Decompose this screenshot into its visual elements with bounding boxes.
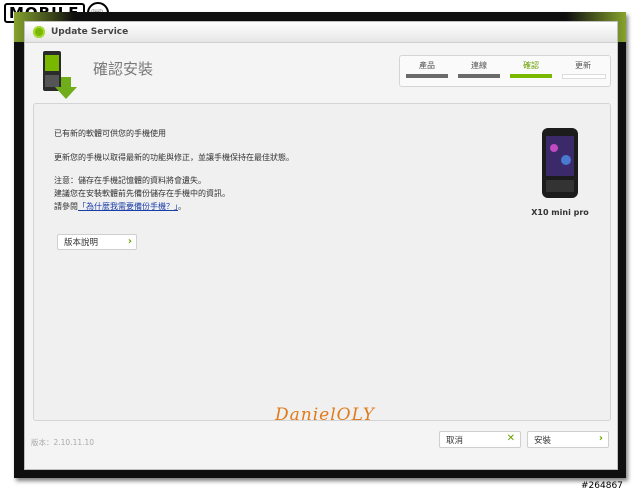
image-watermark: #264867: [581, 481, 623, 491]
backup-help-link[interactable]: 「為什麼我需要備份手機？」: [78, 202, 178, 211]
release-notes-label: 版本說明: [64, 238, 99, 248]
step-label: 連線: [471, 61, 487, 70]
step-connect: 連線: [456, 60, 502, 78]
step-bar: [406, 74, 448, 78]
note-suffix: 。: [178, 202, 186, 211]
page-title: 確認安裝: [93, 60, 154, 78]
step-label: 確認: [523, 61, 539, 70]
cancel-label: 取消: [446, 435, 464, 446]
step-label: 產品: [419, 61, 435, 70]
step-label: 更新: [575, 61, 591, 70]
step-update: 更新: [560, 60, 606, 79]
step-confirm: 確認: [508, 60, 554, 78]
note-line-2: 建議您在安裝軟體前先備份儲存在手機中的資訊。: [54, 189, 230, 198]
update-service-window: Update Service 確認安裝 產品 連線 確認 更新 已有新的軟體可供…: [24, 21, 618, 470]
page-header: 確認安裝 產品 連線 確認 更新: [25, 43, 617, 103]
version-label: 版本：2.10.11.10: [31, 438, 95, 447]
title-bar: Update Service: [25, 22, 617, 43]
content-heading: 已有新的軟體可供您的手機使用: [54, 129, 166, 138]
phone-download-icon: [43, 51, 77, 99]
step-bar: [458, 74, 500, 78]
close-icon: ✕: [506, 433, 515, 444]
chevron-right-icon: ›: [127, 236, 132, 247]
progress-steps: 產品 連線 確認 更新: [399, 55, 611, 87]
content-panel: 已有新的軟體可供您的手機使用 更新您的手機以取得最新的功能與修正，並讓手機保持在…: [33, 103, 611, 421]
window-title: Update Service: [51, 27, 129, 37]
step-product: 產品: [404, 60, 450, 78]
note-line-1: 注意：儲存在手機記憶體的資料將會遺失。: [54, 176, 206, 185]
signature-watermark: DanielOLY: [275, 405, 376, 425]
install-button[interactable]: 安裝 ›: [527, 431, 609, 448]
device-image: [542, 128, 578, 198]
install-label: 安裝: [534, 435, 552, 446]
chevron-right-icon: ›: [598, 433, 603, 444]
content-description: 更新您的手機以取得最新的功能與修正，並讓手機保持在最佳狀態。: [54, 153, 294, 162]
app-icon: [33, 26, 45, 38]
note-line-3: 請參閱「為什麼我需要備份手機？」。: [54, 201, 186, 212]
step-bar: [510, 74, 552, 78]
release-notes-button[interactable]: 版本說明 ›: [57, 234, 137, 250]
note-prefix: 請參閱: [54, 202, 78, 211]
step-bar: [562, 74, 606, 79]
device-name: X10 mini pro: [531, 208, 589, 217]
cancel-button[interactable]: 取消 ✕: [439, 431, 521, 448]
